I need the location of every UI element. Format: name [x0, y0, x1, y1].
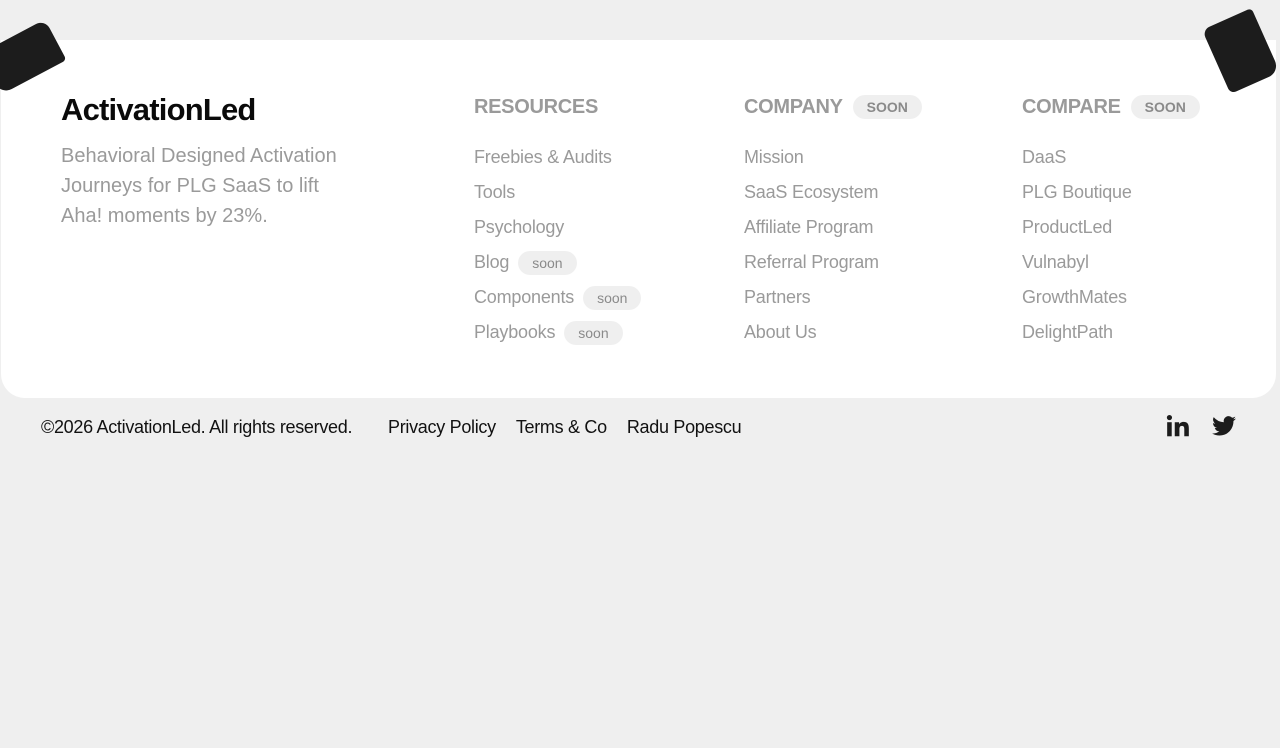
soon-badge: soon [564, 320, 623, 345]
footer-link-daas[interactable]: DaaS [1022, 147, 1066, 168]
column-heading-text: COMPANY [744, 95, 843, 118]
list-item: Mission [744, 140, 879, 175]
copyright-text: ©2026 ActivationLed. All rights reserved… [41, 416, 353, 437]
list-item: Referral Program [744, 245, 879, 280]
legal-links: Privacy Policy Terms & Co Radu Popescu [388, 414, 742, 440]
author-link[interactable]: Radu Popescu [627, 417, 742, 438]
list-item: Partners [744, 280, 879, 315]
footer-link-components[interactable]: Components [474, 287, 574, 308]
list-item: About Us [744, 315, 879, 350]
privacy-policy-link[interactable]: Privacy Policy [388, 417, 496, 438]
list-item: GrowthMates [1022, 280, 1132, 315]
company-link-list: Mission SaaS Ecosystem Affiliate Program… [744, 140, 879, 350]
list-item: ProductLed [1022, 210, 1132, 245]
column-heading-text: COMPARE [1022, 95, 1121, 118]
footer-link-saas-ecosystem[interactable]: SaaS Ecosystem [744, 182, 878, 203]
social-links [1165, 413, 1237, 439]
column-heading: RESOURCES [474, 93, 598, 121]
footer-link-delightpath[interactable]: DelightPath [1022, 322, 1113, 343]
footer-link-tools[interactable]: Tools [474, 182, 515, 203]
list-item: Freebies & Audits [474, 140, 641, 175]
compare-link-list: DaaS PLG Boutique ProductLed Vulnabyl Gr… [1022, 140, 1132, 350]
list-item: Psychology [474, 210, 641, 245]
brand-tagline: Behavioral Designed Activation Journeys … [61, 145, 337, 227]
footer-link-affiliate-program[interactable]: Affiliate Program [744, 217, 874, 238]
list-item: PLG Boutique [1022, 175, 1132, 210]
footer-column-company: COMPANY SOON Mission SaaS Ecosystem Affi… [744, 93, 922, 342]
list-item: Vulnabyl [1022, 245, 1132, 280]
footer-link-growthmates[interactable]: GrowthMates [1022, 287, 1127, 308]
twitter-icon[interactable] [1211, 413, 1237, 439]
soon-badge: SOON [1130, 95, 1200, 119]
resources-link-list: Freebies & Audits Tools Psychology Blog … [474, 140, 642, 350]
footer-link-productled[interactable]: ProductLed [1022, 217, 1112, 238]
footer-link-partners[interactable]: Partners [744, 287, 811, 308]
soon-badge: soon [518, 250, 577, 275]
footer-link-psychology[interactable]: Psychology [474, 217, 564, 238]
list-item: Blog soon [474, 245, 641, 280]
footer-link-vulnabyl[interactable]: Vulnabyl [1022, 252, 1089, 273]
brand-logo-text[interactable]: ActivationLed [61, 92, 256, 128]
footer-column-compare: COMPARE SOON DaaS PLG Boutique ProductLe… [1022, 93, 1200, 342]
soon-badge: SOON [852, 95, 922, 119]
list-item: DaaS [1022, 140, 1132, 175]
list-item: Components soon [474, 280, 642, 315]
soon-badge: soon [583, 285, 642, 310]
column-heading: COMPANY SOON [744, 93, 922, 121]
footer-link-blog[interactable]: Blog [474, 252, 509, 273]
footer-link-freebies-audits[interactable]: Freebies & Audits [474, 147, 612, 168]
footer-column-resources: RESOURCES Freebies & Audits Tools Psycho… [474, 93, 642, 345]
footer-link-about-us[interactable]: About Us [744, 322, 817, 343]
page: ActivationLed Behavioral Designed Activa… [0, 0, 1280, 748]
column-heading-text: RESOURCES [474, 95, 598, 118]
footer-link-referral-program[interactable]: Referral Program [744, 252, 879, 273]
list-item: DelightPath [1022, 315, 1132, 350]
column-heading: COMPARE SOON [1022, 93, 1200, 121]
footer-link-playbooks[interactable]: Playbooks [474, 322, 555, 343]
footer-link-mission[interactable]: Mission [744, 147, 804, 168]
list-item: Playbooks soon [474, 315, 641, 350]
list-item: Affiliate Program [744, 210, 879, 245]
list-item: SaaS Ecosystem [744, 175, 879, 210]
linkedin-icon[interactable] [1165, 413, 1191, 439]
terms-link[interactable]: Terms & Co [516, 417, 607, 438]
footer-link-plg-boutique[interactable]: PLG Boutique [1022, 182, 1132, 203]
list-item: Tools [474, 175, 641, 210]
